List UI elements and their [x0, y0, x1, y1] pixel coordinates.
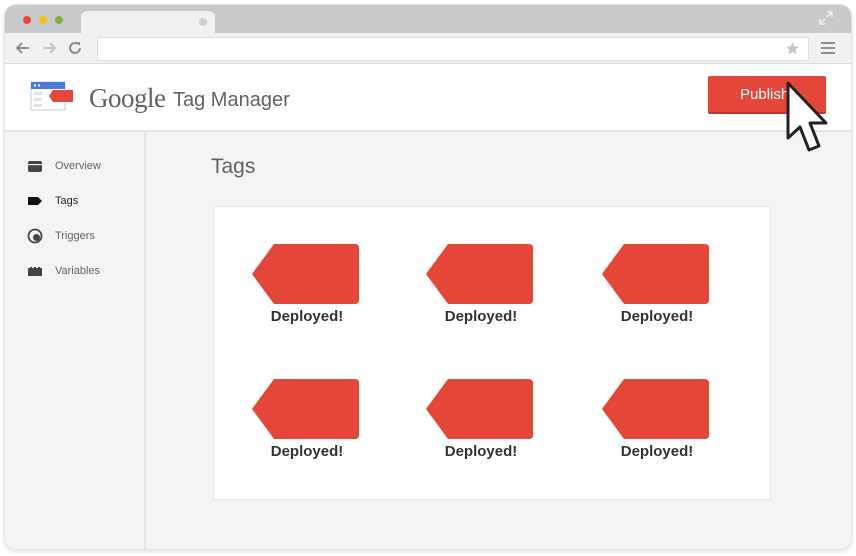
tag-card[interactable]: Deployed! — [426, 379, 536, 469]
browser-tab[interactable] — [81, 11, 215, 33]
browser-toolbar — [5, 33, 851, 64]
tag-shape-icon — [602, 379, 709, 439]
tag-status: Deployed! — [620, 443, 694, 460]
bookmark-star-icon[interactable] — [785, 41, 800, 56]
tag-shape-icon — [252, 379, 359, 439]
mouse-cursor-icon — [786, 81, 828, 152]
close-window-button[interactable] — [23, 16, 31, 24]
menu-icon[interactable] — [821, 42, 835, 54]
sidebar-item-label: Tags — [55, 195, 79, 207]
reload-icon[interactable] — [67, 40, 83, 56]
sidebar-item-variables[interactable]: Variables — [27, 262, 100, 280]
tag-shape-icon — [426, 244, 533, 304]
tag-shape-icon — [252, 244, 359, 304]
sidebar-item-triggers[interactable]: Triggers — [27, 227, 95, 245]
forward-arrow-icon[interactable] — [41, 40, 57, 56]
tab-strip — [5, 5, 851, 33]
browser-window: Google Tag Manager Publish Overview Tags… — [4, 4, 852, 550]
overview-icon — [28, 161, 42, 172]
address-bar[interactable] — [97, 37, 809, 61]
tag-card[interactable]: Deployed! — [602, 244, 712, 334]
back-arrow-icon[interactable] — [15, 40, 31, 56]
tag-card[interactable]: Deployed! — [252, 379, 362, 469]
tag-card[interactable]: Deployed! — [602, 379, 712, 469]
tag-shape-icon — [426, 379, 533, 439]
sidebar-item-label: Overview — [55, 160, 101, 172]
google-wordmark: Google — [89, 83, 166, 113]
app-header: Google Tag Manager Publish — [5, 64, 851, 132]
product-name: Tag Manager — [173, 89, 290, 111]
maximize-window-button[interactable] — [55, 16, 63, 24]
sidebar-item-tags[interactable]: Tags — [27, 192, 78, 210]
tab-close-icon[interactable] — [199, 18, 207, 26]
tags-panel: Deployed! Deployed! Deployed! Deployed! … — [213, 206, 771, 500]
expand-icon[interactable] — [819, 11, 833, 25]
sidebar-item-label: Triggers — [55, 230, 95, 242]
tag-card[interactable]: Deployed! — [426, 244, 536, 334]
tag-icon — [28, 197, 42, 205]
sidebar-item-overview[interactable]: Overview — [27, 157, 101, 175]
tag-shape-icon — [602, 244, 709, 304]
tag-status: Deployed! — [444, 308, 518, 325]
sidebar-item-label: Variables — [55, 265, 101, 277]
page-title: Tags — [211, 155, 256, 178]
sidebar: Overview Tags Triggers Variables — [5, 132, 146, 549]
tag-card[interactable]: Deployed! — [252, 244, 362, 334]
tag-status: Deployed! — [270, 443, 344, 460]
minimize-window-button[interactable] — [39, 16, 47, 24]
tag-status: Deployed! — [270, 308, 344, 325]
tag-manager-logo-icon — [30, 81, 73, 111]
trigger-icon — [27, 228, 43, 244]
variables-icon — [28, 267, 42, 276]
tag-status: Deployed! — [444, 443, 518, 460]
tag-status: Deployed! — [620, 308, 694, 325]
